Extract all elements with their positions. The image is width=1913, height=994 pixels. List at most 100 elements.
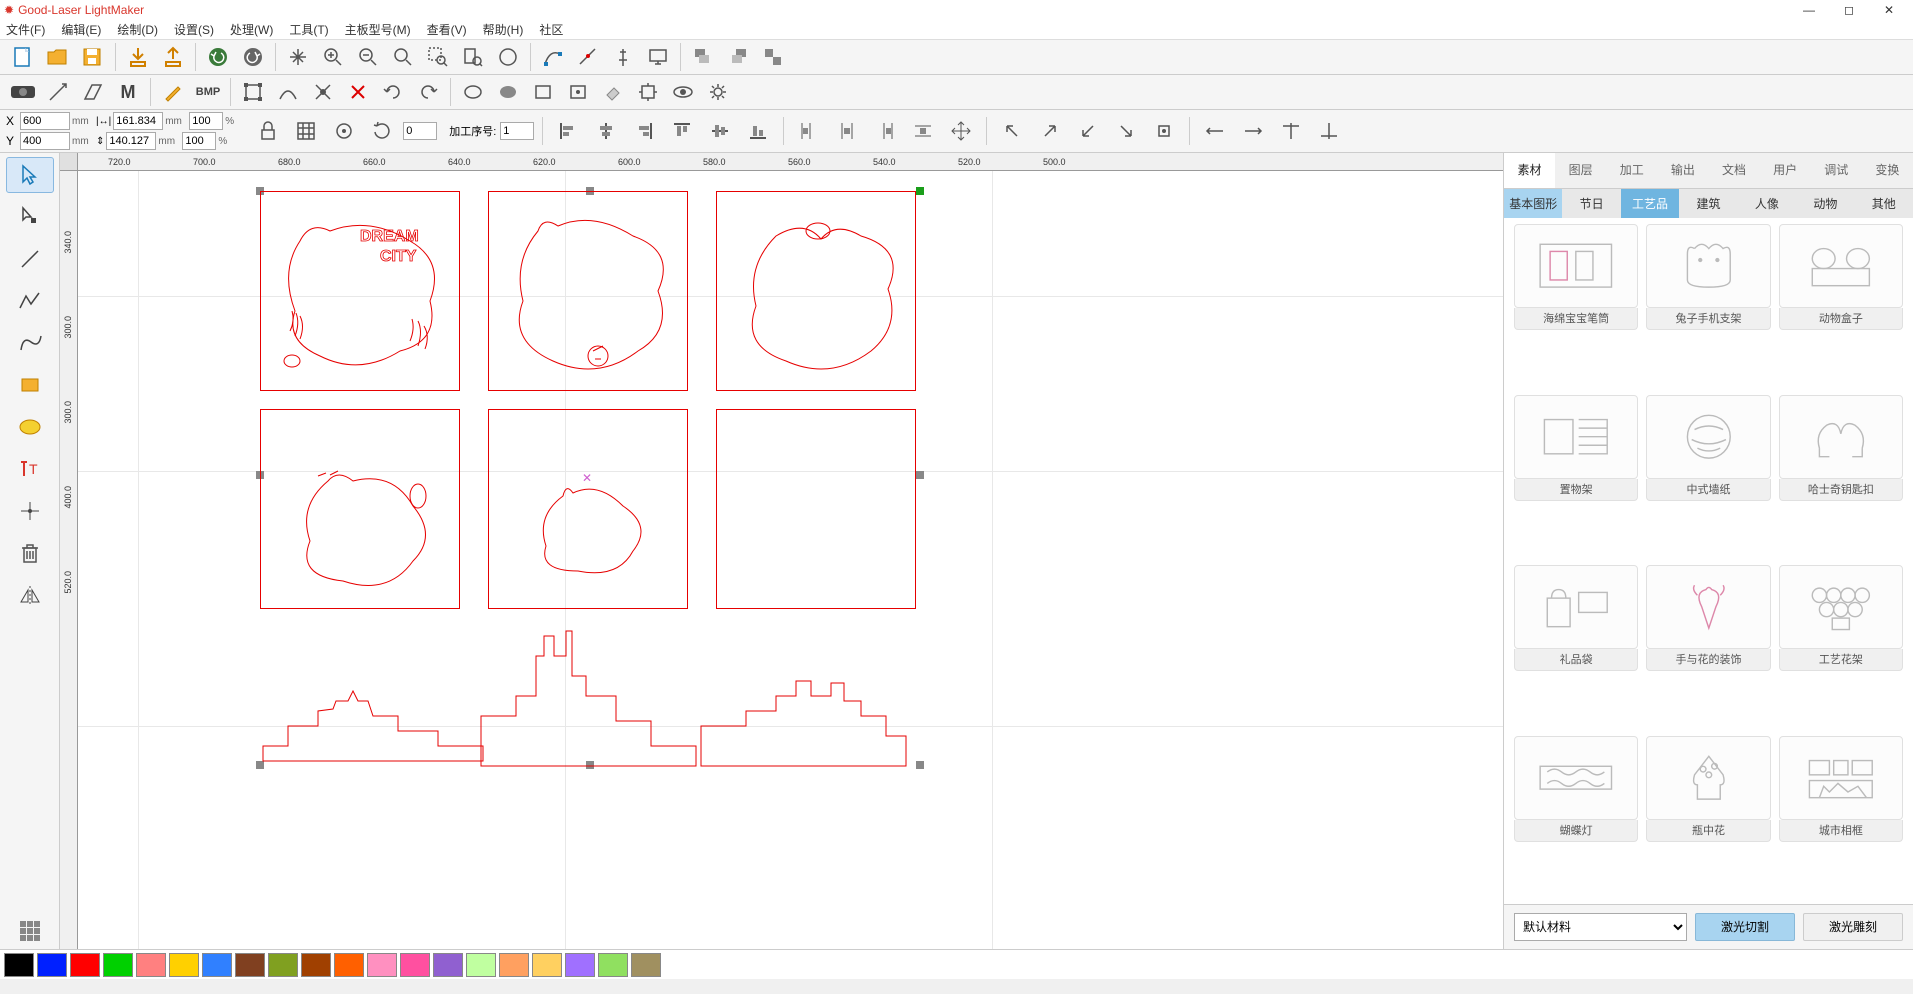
delete-tool[interactable] — [6, 535, 54, 571]
library-item[interactable]: 哈士奇钥匙扣 — [1779, 395, 1903, 558]
align-left-button[interactable] — [551, 116, 585, 146]
height-input[interactable] — [106, 132, 156, 150]
ellipse-tool[interactable] — [6, 409, 54, 445]
fill-button[interactable] — [491, 77, 525, 107]
y-input[interactable] — [20, 132, 70, 150]
preview-button[interactable] — [666, 77, 700, 107]
menu-process[interactable]: 处理(W) — [230, 21, 273, 38]
library-item[interactable]: 手与花的装饰 — [1646, 565, 1770, 728]
undo-button[interactable] — [201, 42, 235, 72]
bbox-button[interactable] — [236, 77, 270, 107]
library-item[interactable]: 中式墙纸 — [1646, 395, 1770, 558]
rect-outline-button[interactable] — [526, 77, 560, 107]
category-portrait[interactable]: 人像 — [1738, 189, 1796, 218]
rotate-input[interactable] — [403, 122, 437, 140]
origin-button[interactable] — [327, 116, 361, 146]
rotate-cw-button[interactable] — [411, 77, 445, 107]
artwork-shape[interactable]: DREAM CITY — [270, 201, 450, 381]
menu-edit[interactable]: 编辑(E) — [61, 21, 101, 38]
center-button[interactable] — [944, 116, 978, 146]
color-swatch[interactable] — [4, 953, 34, 977]
selection-handle[interactable] — [916, 471, 924, 479]
library-item[interactable]: 置物架 — [1514, 395, 1638, 558]
library-item[interactable]: 礼品袋 — [1514, 565, 1638, 728]
mirror-t-button[interactable] — [1274, 116, 1308, 146]
import-button[interactable] — [121, 42, 155, 72]
bmp-button[interactable]: BMP — [191, 77, 225, 107]
color-swatch[interactable] — [37, 953, 67, 977]
artwork-shape[interactable] — [288, 451, 448, 601]
guides-button[interactable] — [561, 77, 595, 107]
tab-document[interactable]: 文档 — [1709, 153, 1760, 188]
canvas-area[interactable]: 720.0 700.0 680.0 660.0 640.0 620.0 600.… — [60, 153, 1503, 949]
polyline-tool[interactable] — [6, 283, 54, 319]
color-swatch[interactable] — [169, 953, 199, 977]
mirror-b-button[interactable] — [1312, 116, 1346, 146]
refresh-button[interactable] — [365, 116, 399, 146]
laser-cut-button[interactable]: 激光切割 — [1695, 913, 1795, 941]
color-swatch[interactable] — [466, 953, 496, 977]
close-button[interactable]: ✕ — [1869, 0, 1909, 20]
menu-view[interactable]: 查看(V) — [427, 21, 467, 38]
color-swatch[interactable] — [334, 953, 364, 977]
menu-board[interactable]: 主板型号(M) — [345, 21, 411, 38]
library-item[interactable]: 海绵宝宝笔筒 — [1514, 224, 1638, 387]
break-node-button[interactable] — [571, 42, 605, 72]
artwork-shape[interactable] — [726, 201, 906, 381]
text-tool[interactable]: T — [6, 451, 54, 487]
artwork-shape[interactable] — [528, 471, 658, 581]
settings-button[interactable] — [701, 77, 735, 107]
display-button[interactable] — [641, 42, 675, 72]
minimize-button[interactable]: — — [1789, 0, 1829, 20]
color-swatch[interactable] — [400, 953, 430, 977]
artwork-city[interactable] — [258, 631, 488, 771]
color-swatch[interactable] — [565, 953, 595, 977]
laser-engrave-button[interactable]: 激光雕刻 — [1803, 913, 1903, 941]
zoom-fit-button[interactable] — [386, 42, 420, 72]
menu-file[interactable]: 文件(F) — [6, 21, 45, 38]
color-swatch[interactable] — [136, 953, 166, 977]
color-swatch[interactable] — [235, 953, 265, 977]
pen-button[interactable] — [156, 77, 190, 107]
selection-handle[interactable] — [916, 187, 924, 195]
height-pct-input[interactable] — [182, 132, 216, 150]
zoom-selection-button[interactable] — [421, 42, 455, 72]
curve-button[interactable] — [271, 77, 305, 107]
zoom-out-button[interactable] — [351, 42, 385, 72]
curve-tool[interactable] — [6, 325, 54, 361]
width-input[interactable] — [113, 112, 163, 130]
redo-button[interactable] — [236, 42, 270, 72]
artwork-frame[interactable] — [716, 409, 916, 609]
menu-tools[interactable]: 工具(T) — [289, 21, 328, 38]
arrow-tr-button[interactable] — [1033, 116, 1067, 146]
category-craft[interactable]: 工艺品 — [1621, 189, 1679, 218]
text-m-button[interactable]: M — [111, 77, 145, 107]
distribute-center-h-button[interactable] — [830, 116, 864, 146]
menu-help[interactable]: 帮助(H) — [483, 21, 524, 38]
artwork-city[interactable] — [476, 626, 701, 771]
library-item[interactable]: 兔子手机支架 — [1646, 224, 1770, 387]
export-button[interactable] — [156, 42, 190, 72]
library-item[interactable]: 蝴蝶灯 — [1514, 736, 1638, 899]
maximize-button[interactable]: ◻ — [1829, 0, 1869, 20]
color-swatch[interactable] — [532, 953, 562, 977]
color-swatch[interactable] — [499, 953, 529, 977]
anchor-button[interactable] — [306, 77, 340, 107]
category-basic[interactable]: 基本图形 — [1504, 189, 1562, 218]
width-pct-input[interactable] — [189, 112, 223, 130]
node-tool-button[interactable] — [536, 42, 570, 72]
skew-button[interactable] — [76, 77, 110, 107]
tab-materials[interactable]: 素材 — [1504, 153, 1555, 188]
material-select[interactable]: 默认材料 — [1514, 913, 1687, 941]
tab-output[interactable]: 输出 — [1657, 153, 1708, 188]
save-button[interactable] — [76, 42, 110, 72]
node-edit-tool[interactable] — [6, 199, 54, 235]
distribute-left-button[interactable] — [792, 116, 826, 146]
dimensions-button[interactable] — [631, 77, 665, 107]
measure-button[interactable] — [41, 77, 75, 107]
select-tool[interactable] — [6, 157, 54, 193]
color-swatch[interactable] — [268, 953, 298, 977]
x-input[interactable] — [20, 112, 70, 130]
category-animal[interactable]: 动物 — [1796, 189, 1854, 218]
point-tool[interactable] — [6, 493, 54, 529]
